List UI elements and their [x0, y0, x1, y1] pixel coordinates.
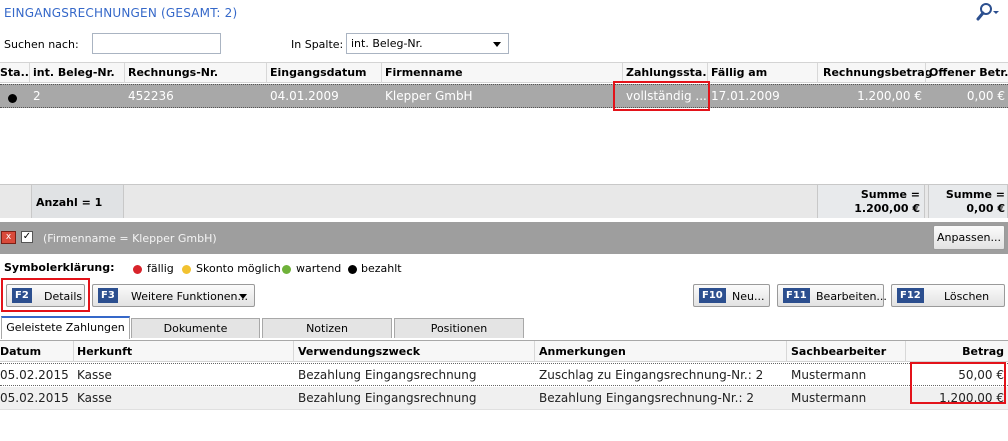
legend-label-wartend: wartend [296, 262, 342, 275]
highlight-zahlungsstatus [613, 81, 710, 111]
cell-herkunft: Kasse [77, 368, 112, 382]
tab-dokumente[interactable]: Dokumente [131, 318, 260, 338]
cell-firmenname: Klepper GmbH [385, 89, 473, 103]
chevron-down-icon [239, 294, 247, 299]
legend-dot-faellig [133, 265, 142, 274]
col-header-herkunft[interactable]: Herkunft [77, 345, 132, 358]
cell-rechnungs-nr: 452236 [128, 89, 174, 103]
payments-header: Datum Herkunft Verwendungszweck Anmerkun… [0, 340, 1008, 362]
search-options-icon[interactable] [974, 2, 1000, 22]
col-header-eingangsdatum[interactable]: Eingangsdatum [270, 66, 367, 79]
loeschen-key: F12 [897, 288, 924, 303]
highlight-details [1, 278, 90, 312]
cell-verwendungszweck: Bezahlung Eingangsrechnung [298, 391, 477, 405]
legend-dot-wartend [282, 265, 291, 274]
table-row[interactable]: 05.02.2015 Kasse Bezahlung Eingangsrechn… [0, 363, 1008, 386]
col-header-verwendungszweck[interactable]: Verwendungszweck [298, 345, 420, 358]
tab-geleistete-zahlungen[interactable]: Geleistete Zahlungen [1, 316, 130, 339]
column-label: In Spalte: [291, 38, 344, 51]
col-header-status[interactable]: Sta... [0, 66, 28, 79]
cell-herkunft: Kasse [77, 391, 112, 405]
neu-key: F10 [699, 288, 726, 303]
col-header-beleg-nr[interactable]: int. Beleg-Nr. [33, 66, 115, 79]
legend-label-bezahlt: bezahlt [361, 262, 402, 275]
neu-label: Neu... [732, 290, 765, 303]
filter-bar: x ✓ (Firmenname = Klepper GmbH) Anpassen… [0, 222, 1008, 254]
column-select[interactable]: int. Beleg-Nr. [346, 33, 509, 54]
legend-label-skonto: Skonto möglich [196, 262, 281, 275]
cell-sachbearbeiter: Mustermann [791, 368, 867, 382]
cell-anmerkung: Bezahlung Eingangsrechnung-Nr.: 2 [539, 391, 754, 405]
grid-header: Sta... int. Beleg-Nr. Rechnungs-Nr. Eing… [0, 62, 1008, 83]
legend-title: Symbolerklärung: [4, 261, 115, 274]
cell-beleg-nr: 2 [33, 89, 41, 103]
table-row[interactable]: 2 452236 04.01.2009 Klepper GmbH vollstä… [0, 84, 1008, 108]
cell-datum: 05.02.2015 [0, 368, 69, 382]
weitere-label: Weitere Funktionen... [131, 290, 249, 303]
bearbeiten-key: F11 [783, 288, 810, 303]
cell-anmerkung: Zuschlag zu Eingangsrechnung-Nr.: 2 [539, 368, 764, 382]
filter-text: (Firmenname = Klepper GmbH) [43, 232, 217, 245]
grid-footer: Anzahl = 1 Summe = 1.200,00 € Summe = 0,… [0, 184, 1008, 218]
anpassen-button[interactable]: Anpassen... [933, 225, 1005, 250]
close-filter-button[interactable]: x [1, 231, 16, 244]
bearbeiten-button[interactable]: F11 Bearbeiten... [777, 284, 887, 307]
loeschen-button[interactable]: F12 Löschen [891, 284, 1005, 307]
legend-label-faellig: fällig [147, 262, 174, 275]
col-header-zahlungsstatus[interactable]: Zahlungssta... [626, 66, 706, 79]
weitere-key: F3 [98, 288, 118, 303]
highlight-betrag [910, 362, 1006, 404]
summe-offener-label: Summe = [945, 188, 1005, 201]
search-input[interactable] [92, 33, 221, 54]
cell-verwendungszweck: Bezahlung Eingangsrechnung [298, 368, 477, 382]
col-header-firmenname[interactable]: Firmenname [385, 66, 463, 79]
col-header-offener-betrag[interactable]: Offener Betr... [929, 66, 1008, 79]
cell-sachbearbeiter: Mustermann [791, 391, 867, 405]
legend-dot-skonto [182, 265, 191, 274]
chevron-down-icon [493, 42, 501, 47]
tab-notizen[interactable]: Notizen [262, 318, 392, 338]
cell-eingangsdatum: 04.01.2009 [270, 89, 339, 103]
cell-datum: 05.02.2015 [0, 391, 69, 405]
loeschen-label: Löschen [944, 290, 990, 303]
summe-rechnungsbetrag-value: 1.200,00 € [854, 202, 920, 215]
search-label: Suchen nach: [4, 38, 79, 51]
col-header-datum[interactable]: Datum [0, 345, 41, 358]
neu-button[interactable]: F10 Neu... [693, 284, 770, 307]
table-row[interactable]: 05.02.2015 Kasse Bezahlung Eingangsrechn… [0, 387, 1008, 410]
legend-dot-bezahlt [348, 265, 357, 274]
col-header-faellig-am[interactable]: Fällig am [711, 66, 767, 79]
col-header-rechnungsbetrag[interactable]: Rechnungsbetrag [823, 66, 933, 79]
column-select-value: int. Beleg-Nr. [351, 37, 423, 50]
col-header-rechnungs-nr[interactable]: Rechnungs-Nr. [128, 66, 218, 79]
cell-faellig-am: 17.01.2009 [711, 89, 780, 103]
summe-rechnungsbetrag-label: Summe = [860, 188, 920, 201]
filter-checkbox[interactable]: ✓ [21, 231, 33, 243]
page-title: EINGANGSRECHNUNGEN (GESAMT: 2) [4, 6, 238, 20]
weitere-funktionen-button[interactable]: F3 Weitere Funktionen... [92, 284, 255, 307]
cell-rechnungsbetrag: 1.200,00 € [857, 89, 922, 103]
col-header-anmerkungen[interactable]: Anmerkungen [539, 345, 626, 358]
summe-offener-value: 0,00 € [966, 202, 1005, 215]
bearbeiten-label: Bearbeiten... [816, 290, 887, 303]
cell-offener-betrag: 0,00 € [966, 89, 1005, 103]
tab-positionen[interactable]: Positionen [394, 318, 524, 338]
col-header-betrag[interactable]: Betrag [962, 345, 1004, 358]
anzahl-label: Anzahl = 1 [36, 196, 103, 209]
col-header-sachbearbeiter[interactable]: Sachbearbeiter [791, 345, 886, 358]
status-dot [8, 92, 17, 106]
